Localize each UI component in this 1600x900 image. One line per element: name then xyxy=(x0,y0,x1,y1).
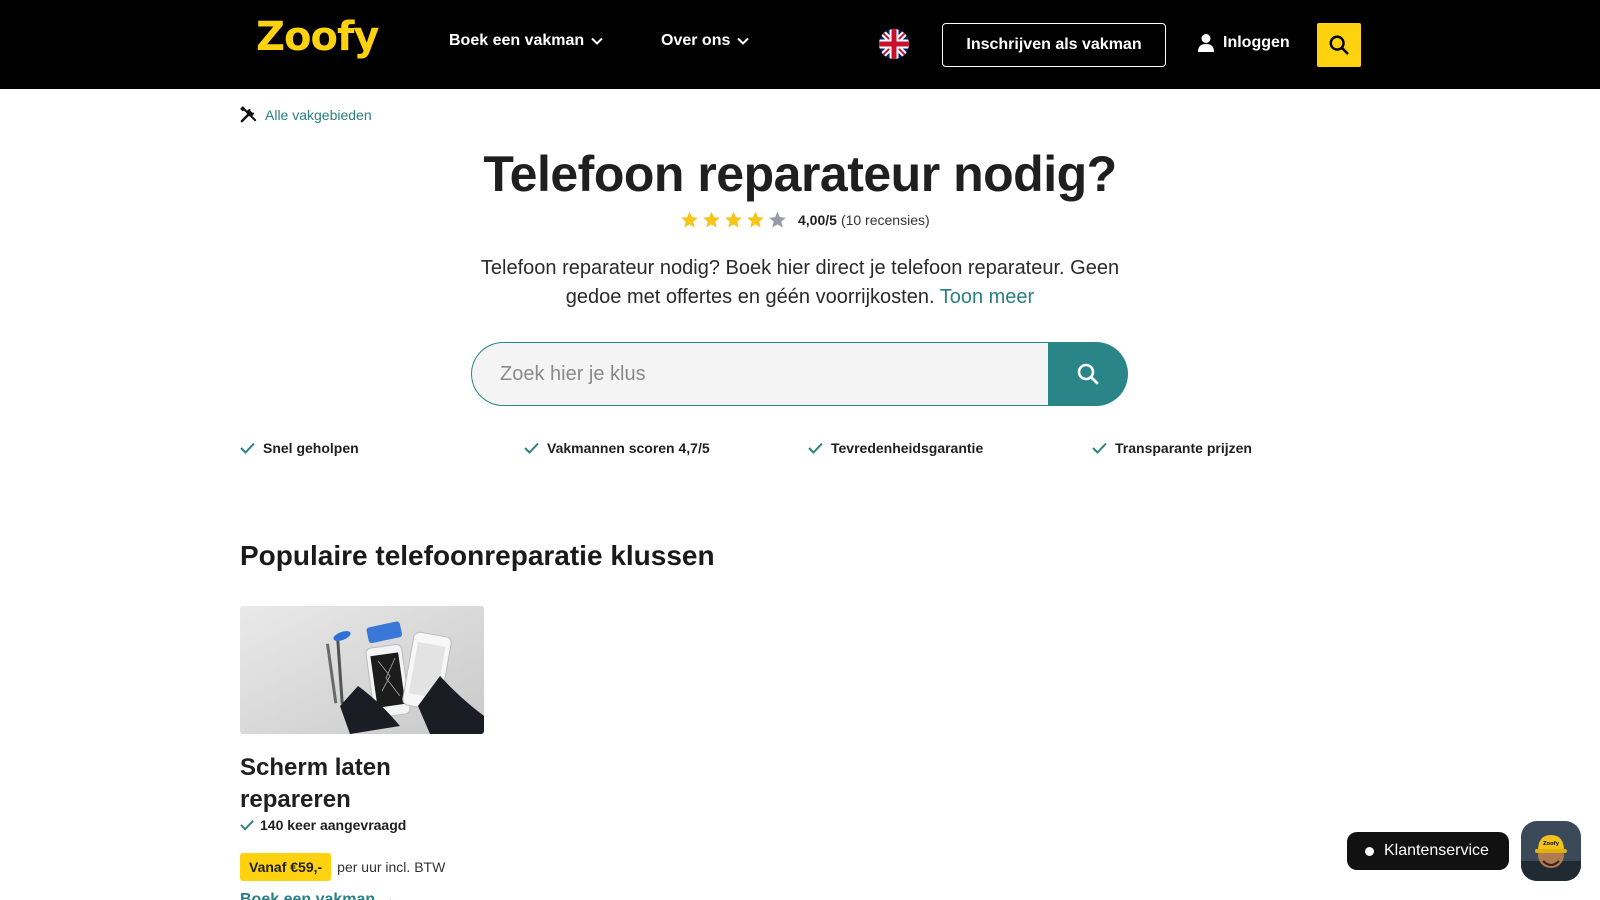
header-search-button[interactable] xyxy=(1317,23,1361,67)
check-icon xyxy=(240,442,255,454)
usp-item: Vakmannen scoren 4,7/5 xyxy=(524,440,710,456)
usp-label: Vakmannen scoren 4,7/5 xyxy=(547,440,710,456)
price-note: per uur incl. BTW xyxy=(337,859,446,875)
login-link[interactable]: Inloggen xyxy=(1197,33,1290,53)
job-card-title[interactable]: Scherm laten repareren xyxy=(240,752,484,816)
price-badge: Vanaf €59,- xyxy=(240,853,332,881)
avatar-badge-text: Zoofy xyxy=(1543,841,1560,847)
usp-item: Transparante prijzen xyxy=(1092,440,1252,456)
rating-value: 4,00/5 xyxy=(798,212,837,228)
chevron-down-icon xyxy=(737,37,750,45)
star-filled-icon xyxy=(703,211,720,228)
intro-text: Telefoon reparateur nodig? Boek hier dir… xyxy=(470,254,1130,312)
nav-boek-een-vakman[interactable]: Boek een vakman xyxy=(449,32,604,50)
check-icon xyxy=(240,820,254,831)
nav-over-ons[interactable]: Over ons xyxy=(661,32,750,50)
job-search-input[interactable] xyxy=(471,342,1048,406)
usp-label: Tevredenheidsgarantie xyxy=(831,440,984,456)
check-icon xyxy=(1092,442,1107,454)
star-empty-icon xyxy=(769,211,786,228)
search-icon xyxy=(1077,363,1099,385)
signup-as-pro-button[interactable]: Inschrijven als vakman xyxy=(942,23,1166,67)
requested-count: 140 keer aangevraagd xyxy=(260,817,407,833)
page-title: Telefoon reparateur nodig? xyxy=(483,146,1117,202)
usp-label: Transparante prijzen xyxy=(1115,440,1252,456)
status-dot xyxy=(1365,846,1374,856)
customer-service-label: Klantenservice xyxy=(1384,842,1489,859)
top-navigation-bar: Zoofy Boek een vakman Over ons Inschrijv… xyxy=(0,0,1600,89)
search-icon xyxy=(1329,35,1349,55)
chevron-down-icon xyxy=(591,37,603,45)
check-icon xyxy=(524,442,539,454)
star-filled-icon xyxy=(681,211,698,228)
uk-flag-language-icon[interactable] xyxy=(879,29,909,59)
star-filled-icon xyxy=(747,211,764,228)
check-icon xyxy=(808,442,823,454)
user-icon xyxy=(1198,34,1214,52)
price-row: Vanaf €59,- per uur incl. BTW xyxy=(240,853,484,881)
support-agent-avatar[interactable]: Zoofy xyxy=(1521,821,1581,881)
usp-item: Snel geholpen xyxy=(240,440,359,456)
book-pro-link[interactable]: Boek een vakman → xyxy=(240,891,484,900)
tools-icon xyxy=(240,106,257,123)
breadcrumb-label: Alle vakgebieden xyxy=(265,106,372,123)
section-title: Populaire telefoonreparatie klussen xyxy=(240,540,715,571)
breadcrumb[interactable]: Alle vakgebieden xyxy=(240,106,372,123)
job-search-button[interactable] xyxy=(1048,342,1128,406)
usp-label: Snel geholpen xyxy=(263,440,359,456)
zoofy-logo[interactable]: Zoofy xyxy=(256,14,379,60)
rating-summary: 4,00/5 (10 recensies) xyxy=(679,210,930,230)
nav-label: Boek een vakman xyxy=(449,32,585,49)
phone-repair-image[interactable] xyxy=(240,606,484,734)
show-more-link[interactable]: Toon meer xyxy=(940,286,1035,308)
star-filled-icon xyxy=(725,211,742,228)
job-search-bar xyxy=(471,342,1128,406)
nav-label: Over ons xyxy=(661,32,731,49)
job-card[interactable]: Scherm laten repareren 140 keer aangevra… xyxy=(240,606,484,900)
job-card-requested: 140 keer aangevraagd xyxy=(240,817,484,833)
login-label: Inloggen xyxy=(1223,34,1290,51)
rating-stars xyxy=(679,210,788,230)
usp-item: Tevredenheidsgarantie xyxy=(808,440,983,456)
customer-service-button[interactable]: Klantenservice xyxy=(1347,832,1509,870)
rating-count: (10 recensies) xyxy=(840,212,930,228)
